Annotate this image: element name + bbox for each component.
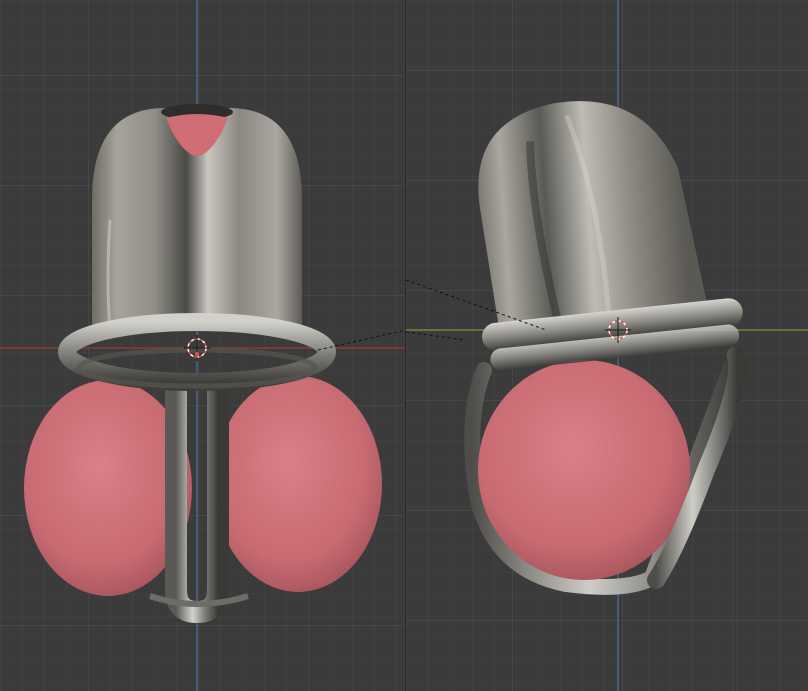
viewport-container[interactable] xyxy=(0,0,808,691)
sphere-right[interactable] xyxy=(214,376,382,592)
viewport-side-canvas[interactable] xyxy=(406,0,808,691)
viewport-front[interactable] xyxy=(0,0,406,691)
viewport-side[interactable] xyxy=(406,0,808,691)
viewport-front-canvas[interactable] xyxy=(0,0,406,691)
sphere-side[interactable] xyxy=(478,360,690,580)
